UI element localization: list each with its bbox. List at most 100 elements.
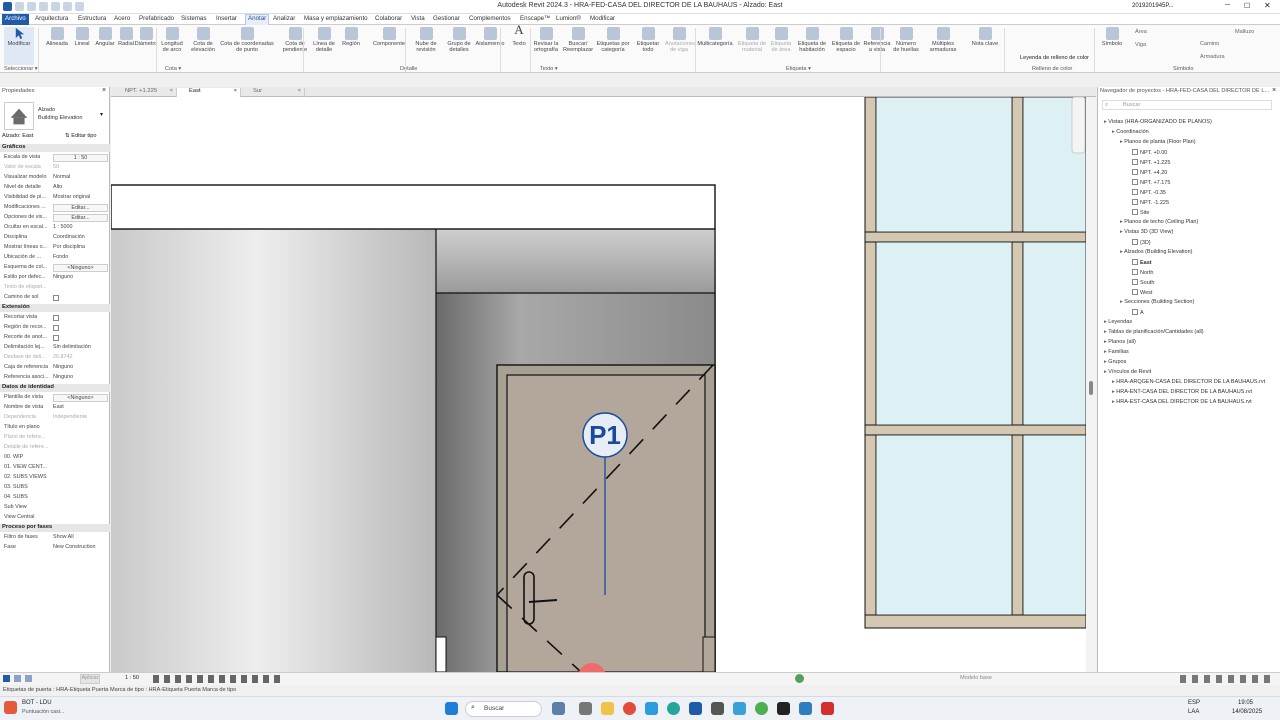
- property-row[interactable]: 02. SUBS VIEWS: [0, 473, 108, 483]
- browser-tree-item[interactable]: NPT. +7.175: [1132, 179, 1170, 186]
- tool-23[interactable]: Etiqueta de área: [768, 27, 794, 53]
- tool-24[interactable]: Etiqueta de habitación: [797, 27, 827, 53]
- property-row[interactable]: Sub View: [0, 503, 108, 513]
- property-row[interactable]: Referencia asoci... Ninguno: [0, 373, 108, 383]
- menu-colaborar[interactable]: Colaborar: [375, 15, 402, 22]
- browser-tree-item[interactable]: ▸ HRA-ARQGEN-CASA DEL DIRECTOR DE LA BAU…: [1112, 379, 1265, 385]
- tool-5[interactable]: Longitud de arco: [158, 27, 186, 53]
- task-view-icon[interactable]: [552, 702, 565, 715]
- clock-time[interactable]: 19:05: [1238, 700, 1253, 706]
- type-selector-dropdown[interactable]: ▾: [100, 111, 103, 118]
- selection-filter-icons[interactable]: [1180, 675, 1275, 683]
- tool-21[interactable]: Multicategoría: [695, 27, 735, 47]
- menu-complementos[interactable]: Complementos: [469, 15, 511, 22]
- browser-tree-item[interactable]: ▸ Grupos: [1104, 359, 1126, 365]
- area-tag-button[interactable]: Área: [1135, 29, 1147, 35]
- tool-1[interactable]: Lineal: [72, 27, 92, 47]
- language-indicator[interactable]: ESP: [1188, 700, 1200, 706]
- tool-14[interactable]: Aislamiento: [474, 27, 506, 47]
- browser-tree-item[interactable]: ▸ Vistas (HRA-ORGANIZADO DE PLANOS): [1104, 119, 1212, 125]
- browser-tree-item[interactable]: ▸ Familias: [1104, 349, 1129, 355]
- menu-arquitectura[interactable]: Arquitectura: [35, 15, 68, 22]
- property-row[interactable]: Disciplina Coordinación: [0, 233, 108, 243]
- property-value[interactable]: Mostrar original: [53, 194, 108, 200]
- weather-icon[interactable]: [4, 701, 17, 714]
- menu-insertar[interactable]: Insertar: [216, 15, 237, 22]
- select-group-label[interactable]: Seleccionar ▾: [4, 66, 38, 72]
- minimize-button[interactable]: ─: [1225, 2, 1230, 9]
- property-row[interactable]: Camino de sol: [0, 293, 108, 303]
- autocad-icon[interactable]: [821, 702, 834, 715]
- browser-tree-item[interactable]: ▸ Leyendas: [1104, 319, 1132, 325]
- menu-sistemas[interactable]: Sistemas: [181, 15, 206, 22]
- property-row[interactable]: 04. SUBS: [0, 493, 108, 503]
- property-value[interactable]: Show All: [53, 534, 108, 540]
- browser-tree-item[interactable]: ▸ HRA-ENT-CASA DEL DIRECTOR DE LA BAUHAU…: [1112, 389, 1252, 395]
- view-scale[interactable]: 1 : 50: [125, 675, 139, 681]
- property-row[interactable]: 01. VIEW CENT...: [0, 463, 108, 473]
- browser-search-input[interactable]: ⌕ Buscar: [1102, 100, 1272, 110]
- apply-button[interactable]: Aplicar: [80, 674, 100, 684]
- maximize-button[interactable]: ☐: [1244, 2, 1250, 10]
- drawing-canvas[interactable]: P1: [111, 97, 1086, 672]
- property-row[interactable]: Fase New Construction: [0, 543, 108, 553]
- close-icon[interactable]: ×: [298, 88, 301, 94]
- property-row[interactable]: Opciones de vis... Editar...: [0, 213, 108, 223]
- property-row[interactable]: Recorte de anot...: [0, 333, 108, 343]
- file-explorer-icon[interactable]: [601, 702, 614, 715]
- browser-tree-item[interactable]: North: [1132, 269, 1153, 276]
- menu-prefabricado[interactable]: Prefabricado: [139, 15, 174, 22]
- browser-tree-item[interactable]: {3D}: [1132, 239, 1151, 246]
- tool-17[interactable]: Buscar/ Reemplazar: [563, 27, 593, 53]
- tool-22[interactable]: Etiqueta de material: [737, 27, 767, 53]
- tool-4[interactable]: Diámetro: [134, 27, 158, 47]
- property-row[interactable]: 03. SUBS: [0, 483, 108, 493]
- weather-text[interactable]: BOT - LDU: [22, 700, 52, 706]
- taskbar-search-box[interactable]: ⌕ Buscar: [465, 701, 542, 717]
- property-row[interactable]: Mostrar líneas o... Por disciplina: [0, 243, 108, 253]
- path-tag-button[interactable]: Camino: [1200, 41, 1219, 47]
- browser-tree-item[interactable]: ▸ Vínculos de Revit: [1104, 369, 1151, 375]
- property-row[interactable]: Escala de vista 1 : 50: [0, 153, 108, 163]
- tool-28[interactable]: Múltiples armaduras: [926, 27, 960, 53]
- property-row[interactable]: Delimitación lej... Sin delimitación: [0, 343, 108, 353]
- menu-archivo[interactable]: Archivo: [2, 14, 29, 25]
- link-icon[interactable]: [14, 675, 21, 682]
- section-identity[interactable]: Datos de identidad: [0, 384, 110, 392]
- design-option-model[interactable]: Modelo base: [960, 675, 992, 681]
- tool-16[interactable]: Revisar la ortografía: [531, 27, 561, 53]
- tool-12[interactable]: Nube de revisión: [412, 27, 440, 53]
- tool-11[interactable]: Componente: [369, 27, 409, 47]
- property-value[interactable]: Ninguno: [53, 274, 108, 280]
- curtain-wall-window[interactable]: [864, 97, 1086, 629]
- browser-tree-item[interactable]: ▸ Planos de planta (Floor Plan): [1120, 139, 1196, 145]
- property-value[interactable]: <Ninguno>: [53, 394, 108, 402]
- property-row[interactable]: Plantilla de vista <Ninguno>: [0, 393, 108, 403]
- property-value[interactable]: Por disciplina: [53, 244, 108, 250]
- property-row[interactable]: Ubicación de ... Fondo: [0, 253, 108, 263]
- property-row[interactable]: Título en plano: [0, 423, 108, 433]
- navigation-bar[interactable]: [1071, 97, 1086, 154]
- property-value[interactable]: East: [53, 404, 108, 410]
- rebar-tag-button[interactable]: Armadura: [1200, 54, 1225, 60]
- property-row[interactable]: 00. WIP: [0, 453, 108, 463]
- browser-tree-item[interactable]: NPT. +0.00: [1132, 149, 1167, 156]
- user-name[interactable]: 2019201945P...: [1132, 3, 1174, 9]
- windows-start-icon[interactable]: [445, 702, 458, 715]
- edit-type-button[interactable]: ⇅ Editar tipo: [65, 133, 96, 139]
- app-icon[interactable]: [579, 702, 592, 715]
- property-value[interactable]: Ninguno: [53, 374, 108, 380]
- close-icon[interactable]: ×: [1272, 87, 1276, 94]
- property-value[interactable]: Sin delimitación: [53, 344, 108, 350]
- property-value[interactable]: Ninguno: [53, 364, 108, 370]
- property-value[interactable]: Editar...: [53, 204, 108, 212]
- browser-tree-item[interactable]: Site: [1132, 209, 1149, 216]
- browser-tree-item[interactable]: East: [1132, 259, 1152, 266]
- mesh-tag-button[interactable]: Malluzo: [1235, 29, 1254, 35]
- property-value[interactable]: Editar...: [53, 214, 108, 222]
- group-label-text[interactable]: Texto ▾: [540, 66, 558, 72]
- property-value[interactable]: Normal: [53, 174, 108, 180]
- filter-icon[interactable]: [25, 675, 32, 682]
- tool-7[interactable]: Cota de coordenadas de punto: [218, 27, 276, 53]
- menu-estructura[interactable]: Estructura: [78, 15, 106, 22]
